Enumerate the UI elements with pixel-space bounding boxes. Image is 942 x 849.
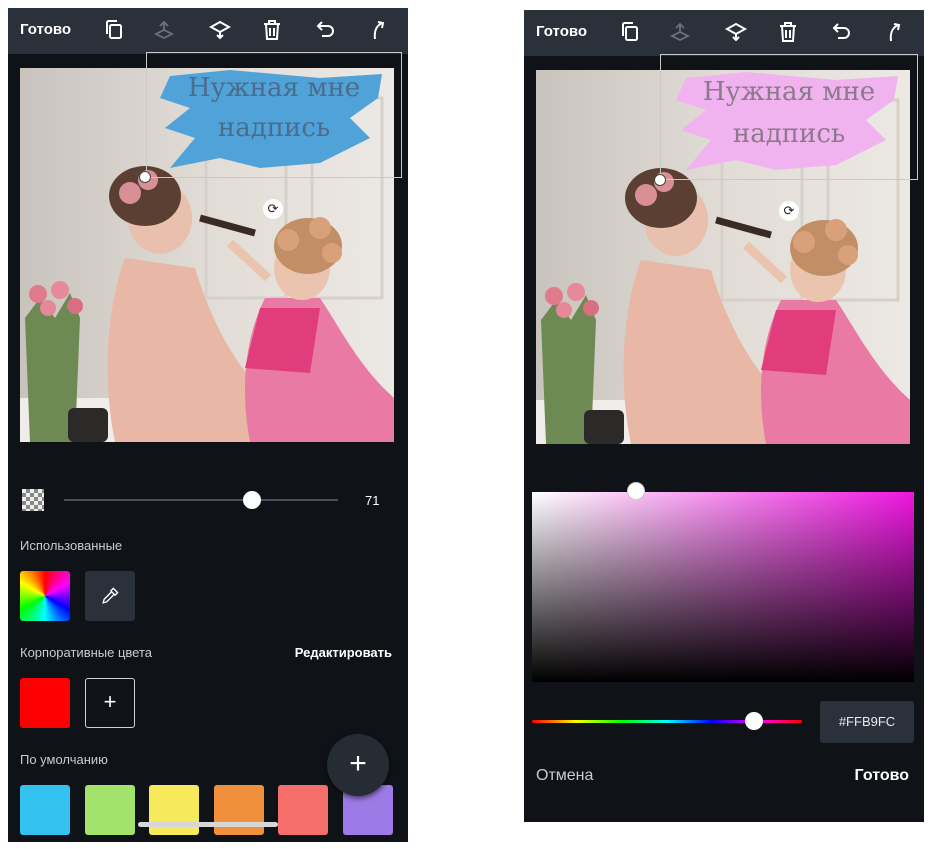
undo-icon[interactable] — [827, 19, 853, 45]
default-color-swatch[interactable] — [278, 785, 328, 835]
top-toolbar: Готово — [524, 10, 924, 56]
color-picker-screen: Готово Нужная мне надпись ⟳ #FFB9FC Отме… — [524, 10, 924, 822]
add-brand-color-button[interactable]: + — [85, 678, 135, 728]
edit-brand-colors-link[interactable]: Редактировать — [295, 645, 392, 660]
redo-icon[interactable] — [365, 17, 391, 43]
eyedropper-button[interactable] — [85, 571, 135, 621]
saturation-value-picker[interactable] — [532, 492, 914, 682]
done-button-bottom[interactable]: Готово — [855, 767, 909, 785]
default-color-swatch[interactable] — [149, 785, 199, 835]
resize-handle[interactable] — [654, 174, 666, 186]
text-selection-box[interactable]: Нужная мне надпись — [660, 54, 918, 180]
redo-icon[interactable] — [881, 19, 907, 45]
rotate-handle-icon[interactable]: ⟳ — [779, 201, 799, 221]
default-color-swatch[interactable] — [213, 785, 264, 835]
undo-icon[interactable] — [311, 17, 337, 43]
move-front-icon[interactable] — [207, 17, 233, 43]
rotate-handle-icon[interactable]: ⟳ — [263, 199, 283, 219]
saturation-value-thumb[interactable] — [627, 482, 645, 500]
default-color-swatch[interactable] — [20, 785, 70, 835]
move-front-icon[interactable] — [723, 19, 749, 45]
resize-handle[interactable] — [139, 171, 151, 183]
top-toolbar: Готово — [8, 8, 408, 54]
overlay-text-line1: Нужная мне — [187, 73, 361, 103]
overlay-text-line1: Нужная мне — [702, 77, 876, 107]
eyedropper-icon — [102, 587, 119, 604]
overlay-text-line2: надпись — [732, 119, 846, 149]
text-selection-box[interactable]: Нужная мне надпись — [146, 52, 402, 178]
duplicate-icon[interactable] — [617, 19, 643, 45]
opacity-slider-thumb[interactable] — [243, 491, 261, 509]
text-color-panel-screen: Готово Нужная мне надпись ⟳ 71 Использов… — [8, 8, 408, 842]
checker-icon — [22, 489, 44, 511]
hue-slider-thumb[interactable] — [745, 712, 763, 730]
delete-icon[interactable] — [259, 17, 285, 43]
section-default-label: По умолчанию — [20, 752, 108, 767]
delete-icon[interactable] — [775, 19, 801, 45]
brand-color-swatch[interactable] — [20, 678, 70, 728]
hex-value-field[interactable]: #FFB9FC — [820, 701, 914, 743]
section-used-label: Использованные — [20, 538, 123, 553]
done-button[interactable]: Готово — [20, 21, 71, 38]
done-button[interactable]: Готово — [536, 23, 587, 40]
cancel-button[interactable]: Отмена — [536, 767, 593, 785]
move-back-icon[interactable] — [151, 17, 177, 43]
move-back-icon[interactable] — [667, 19, 693, 45]
add-fab-button[interactable]: + — [327, 734, 389, 796]
section-brand-label: Корпоративные цвета — [20, 645, 153, 660]
rainbow-icon[interactable] — [20, 571, 70, 621]
default-color-swatch[interactable] — [84, 785, 135, 835]
overlay-text-line2: надпись — [217, 113, 331, 143]
duplicate-icon[interactable] — [101, 17, 127, 43]
home-indicator — [138, 822, 278, 827]
opacity-value: 71 — [365, 493, 380, 508]
opacity-slider[interactable] — [64, 499, 338, 501]
